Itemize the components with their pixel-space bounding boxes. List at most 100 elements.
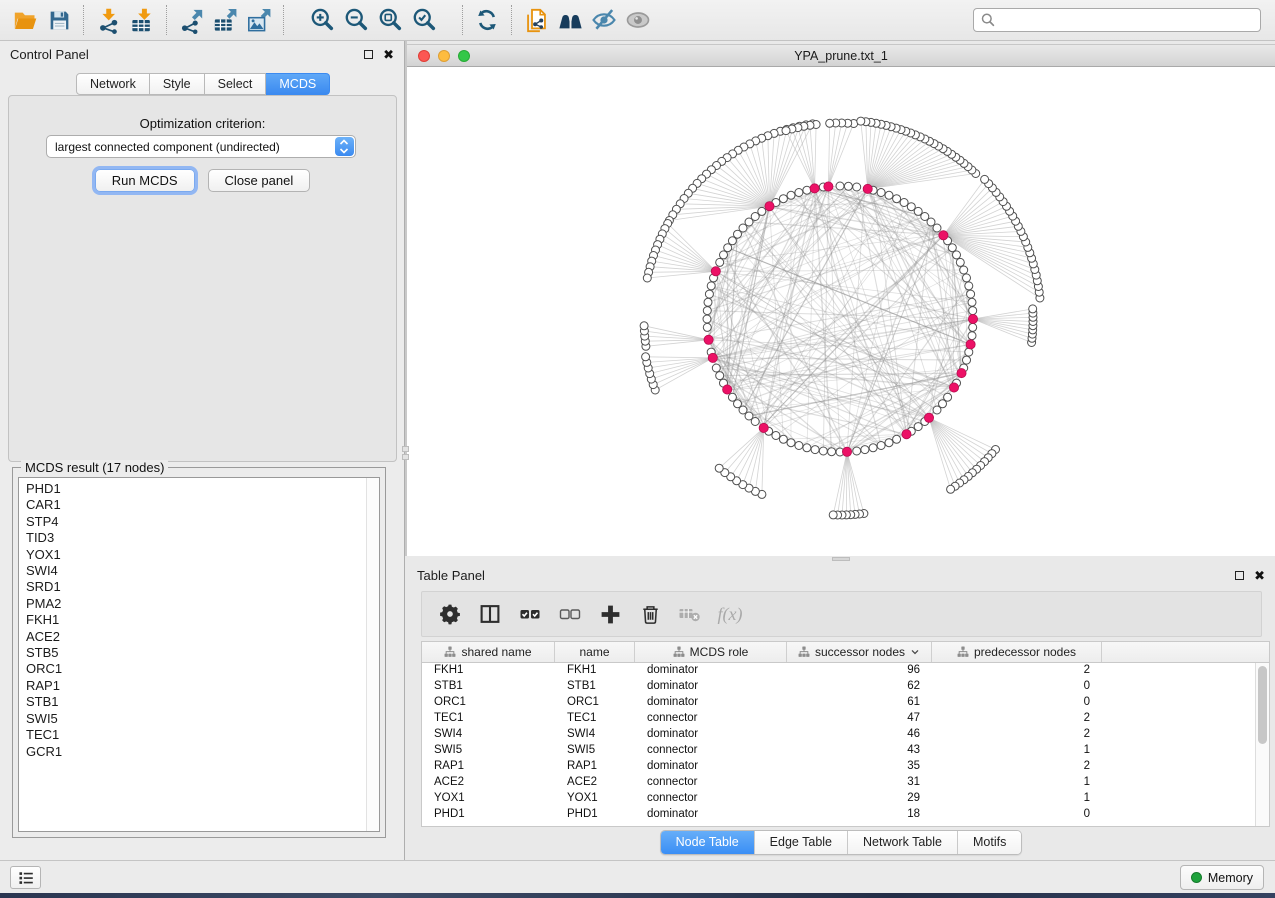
close-table-panel-icon[interactable]: ✖ bbox=[1254, 571, 1265, 580]
attribute-icon bbox=[957, 646, 969, 658]
search-network-icon[interactable] bbox=[553, 3, 587, 37]
table-row[interactable]: STB1STB1dominator620 bbox=[422, 679, 1255, 695]
network-view-canvas[interactable] bbox=[407, 67, 1275, 556]
tab-motifs[interactable]: Motifs bbox=[958, 831, 1021, 854]
cell-predecessor-nodes: 0 bbox=[932, 807, 1102, 823]
cell-shared-name: PHD1 bbox=[422, 807, 555, 823]
mcds-result-item[interactable]: ORC1 bbox=[26, 661, 366, 677]
open-session-icon[interactable] bbox=[8, 3, 42, 37]
tab-node-table[interactable]: Node Table bbox=[661, 831, 755, 854]
table-row[interactable]: RAP1RAP1dominator352 bbox=[422, 759, 1255, 775]
node-table-header-row: shared namenameMCDS role successor nodes p… bbox=[422, 642, 1269, 663]
tab-network[interactable]: Network bbox=[76, 73, 150, 95]
mcds-result-item[interactable]: FKH1 bbox=[26, 612, 366, 628]
zoom-fit-icon[interactable] bbox=[373, 3, 407, 37]
toolbar-separator bbox=[462, 5, 463, 35]
tab-style[interactable]: Style bbox=[150, 73, 205, 95]
cell-successor-nodes: 35 bbox=[787, 759, 932, 775]
attribute-icon bbox=[444, 646, 456, 658]
mcds-result-item[interactable]: GCR1 bbox=[26, 744, 366, 760]
mcds-result-item[interactable]: TEC1 bbox=[26, 727, 366, 743]
optimization-criterion-select[interactable]: largest connected component (undirected) bbox=[46, 135, 356, 158]
deselect-all-rows-icon[interactable] bbox=[552, 596, 588, 632]
attribute-icon bbox=[798, 646, 810, 658]
table-scrollbar-thumb[interactable] bbox=[1258, 666, 1267, 744]
result-list-scrollbar[interactable] bbox=[366, 478, 379, 831]
delete-column-trash-icon[interactable] bbox=[632, 596, 668, 632]
network-from-clipboard-icon[interactable] bbox=[519, 3, 553, 37]
table-row[interactable]: PHD1PHD1dominator180 bbox=[422, 807, 1255, 823]
vertical-splitter-handle[interactable] bbox=[400, 444, 411, 462]
cell-mcds-role: connector bbox=[635, 743, 787, 759]
mcds-result-item[interactable]: STP4 bbox=[26, 514, 366, 530]
mcds-result-item[interactable]: STB5 bbox=[26, 645, 366, 661]
run-mcds-button[interactable]: Run MCDS bbox=[95, 169, 195, 192]
save-session-icon[interactable] bbox=[42, 3, 76, 37]
column-header-successor-nodes[interactable]: successor nodes bbox=[787, 642, 932, 662]
search-input[interactable] bbox=[996, 10, 1254, 30]
table-row[interactable]: ORC1ORC1dominator610 bbox=[422, 695, 1255, 711]
close-panel-button[interactable]: Close panel bbox=[208, 169, 311, 192]
delete-table-icon bbox=[672, 596, 708, 632]
mcds-result-item[interactable]: CAR1 bbox=[26, 497, 366, 513]
column-header-shared-name[interactable]: shared name bbox=[422, 642, 555, 662]
table-settings-gear-icon[interactable] bbox=[432, 596, 468, 632]
network-graph bbox=[407, 67, 1275, 556]
mcds-result-item[interactable]: PMA2 bbox=[26, 596, 366, 612]
export-network-icon[interactable] bbox=[174, 3, 208, 37]
table-row[interactable]: SWI5SWI5connector431 bbox=[422, 743, 1255, 759]
cell-mcds-role: connector bbox=[635, 711, 787, 727]
horizontal-splitter-handle[interactable] bbox=[832, 557, 850, 561]
vertical-splitter[interactable] bbox=[405, 41, 407, 556]
zoom-in-icon[interactable] bbox=[305, 3, 339, 37]
column-header-mcds-role[interactable]: MCDS role bbox=[635, 642, 787, 662]
mcds-result-item[interactable]: RAP1 bbox=[26, 678, 366, 694]
table-row[interactable]: YOX1YOX1connector291 bbox=[422, 791, 1255, 807]
mcds-result-item[interactable]: YOX1 bbox=[26, 547, 366, 563]
network-search-field[interactable] bbox=[973, 8, 1261, 32]
table-row[interactable]: ACE2ACE2connector311 bbox=[422, 775, 1255, 791]
show-all-eye-icon[interactable] bbox=[621, 3, 655, 37]
float-table-panel-icon[interactable] bbox=[1235, 571, 1244, 580]
mcds-result-item[interactable]: SWI4 bbox=[26, 563, 366, 579]
tab-mcds[interactable]: MCDS bbox=[266, 73, 330, 95]
tab-edge-table[interactable]: Edge Table bbox=[755, 831, 848, 854]
cell-successor-nodes: 62 bbox=[787, 679, 932, 695]
mcds-result-item[interactable]: SRD1 bbox=[26, 579, 366, 595]
hide-selected-eye-icon[interactable] bbox=[587, 3, 621, 37]
zoom-selected-icon[interactable] bbox=[407, 3, 441, 37]
add-column-icon[interactable] bbox=[592, 596, 628, 632]
table-row[interactable]: FKH1FKH1dominator962 bbox=[422, 663, 1255, 679]
table-row[interactable]: SWI4SWI4dominator462 bbox=[422, 727, 1255, 743]
mcds-result-item[interactable]: ACE2 bbox=[26, 629, 366, 645]
zoom-out-icon[interactable] bbox=[339, 3, 373, 37]
float-panel-icon[interactable] bbox=[364, 50, 373, 59]
tab-network-table[interactable]: Network Table bbox=[848, 831, 958, 854]
mcds-result-item[interactable]: SWI5 bbox=[26, 711, 366, 727]
column-header-filler bbox=[1102, 642, 1269, 662]
column-label: successor nodes bbox=[815, 645, 905, 659]
column-header-predecessor-nodes[interactable]: predecessor nodes bbox=[932, 642, 1102, 662]
memory-button[interactable]: Memory bbox=[1180, 865, 1264, 890]
refresh-view-icon[interactable] bbox=[470, 3, 504, 37]
close-panel-icon[interactable]: ✖ bbox=[383, 50, 394, 59]
table-scrollbar[interactable] bbox=[1255, 663, 1269, 826]
import-table-icon[interactable] bbox=[125, 3, 159, 37]
show-panels-list-button[interactable] bbox=[10, 866, 41, 889]
export-image-icon[interactable] bbox=[242, 3, 276, 37]
cell-name: TEC1 bbox=[555, 711, 635, 727]
mcds-result-items: PHD1CAR1STP4TID3YOX1SWI4SRD1PMA2FKH1ACE2… bbox=[19, 478, 366, 831]
network-window-titlebar[interactable]: YPA_prune.txt_1 bbox=[407, 44, 1275, 67]
import-network-icon[interactable] bbox=[91, 3, 125, 37]
show-columns-icon[interactable] bbox=[472, 596, 508, 632]
column-header-name[interactable]: name bbox=[555, 642, 635, 662]
table-row[interactable]: TEC1TEC1connector472 bbox=[422, 711, 1255, 727]
mcds-result-item[interactable]: PHD1 bbox=[26, 481, 366, 497]
cell-mcds-role: dominator bbox=[635, 759, 787, 775]
mcds-result-item[interactable]: TID3 bbox=[26, 530, 366, 546]
export-table-icon[interactable] bbox=[208, 3, 242, 37]
cell-successor-nodes: 43 bbox=[787, 743, 932, 759]
tab-select[interactable]: Select bbox=[205, 73, 267, 95]
mcds-result-item[interactable]: STB1 bbox=[26, 694, 366, 710]
select-all-rows-icon[interactable] bbox=[512, 596, 548, 632]
